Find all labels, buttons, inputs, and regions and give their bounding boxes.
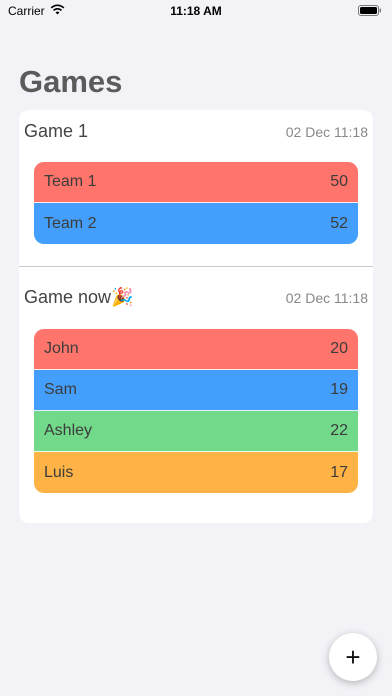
game-name: Game 1	[24, 121, 89, 141]
player-name: Luis	[44, 463, 74, 481]
player-score: 17	[330, 463, 348, 481]
plus-icon: +	[345, 641, 361, 672]
status-time: 11:18 AM	[170, 4, 222, 18]
game-date: 02 Dec 11:18	[285, 290, 368, 306]
player-name: John	[44, 340, 79, 357]
score-row[interactable]: Luis 17	[34, 452, 358, 493]
player-name: Ashley	[44, 422, 93, 439]
player-score: 50	[330, 173, 348, 190]
score-list: Team 1 50 Team 2 52	[34, 162, 358, 244]
player-score: 52	[330, 214, 348, 232]
game-header[interactable]: Game 1 02 Dec 11:18	[24, 121, 368, 149]
battery-icon	[358, 5, 382, 16]
game-name: Game now🎉	[24, 287, 134, 307]
player-name: Team 1	[44, 173, 97, 190]
player-score: 22	[330, 422, 348, 439]
status-bar: Carrier 11:18 AM	[0, 0, 392, 22]
page-title: Games	[19, 64, 123, 99]
score-list: John 20 Sam 19 Ashley 22 Luis 17	[34, 329, 358, 493]
divider	[19, 266, 373, 267]
score-row[interactable]: Ashley 22	[34, 411, 358, 452]
score-row[interactable]: Sam 19	[34, 370, 358, 411]
score-row[interactable]: Team 2 52	[34, 203, 358, 244]
add-game-button[interactable]: +	[329, 633, 377, 681]
score-row[interactable]: Team 1 50	[34, 162, 358, 203]
score-row[interactable]: John 20	[34, 329, 358, 370]
games-card: Game 1 02 Dec 11:18 Team 1 50 Team 2 52 …	[19, 110, 373, 523]
player-name: Sam	[44, 381, 77, 398]
game-date: 02 Dec 11:18	[285, 124, 368, 140]
player-name: Team 2	[44, 214, 97, 232]
player-score: 20	[330, 340, 348, 357]
game-header[interactable]: Game now🎉 02 Dec 11:18	[24, 287, 368, 315]
player-score: 19	[330, 381, 348, 398]
